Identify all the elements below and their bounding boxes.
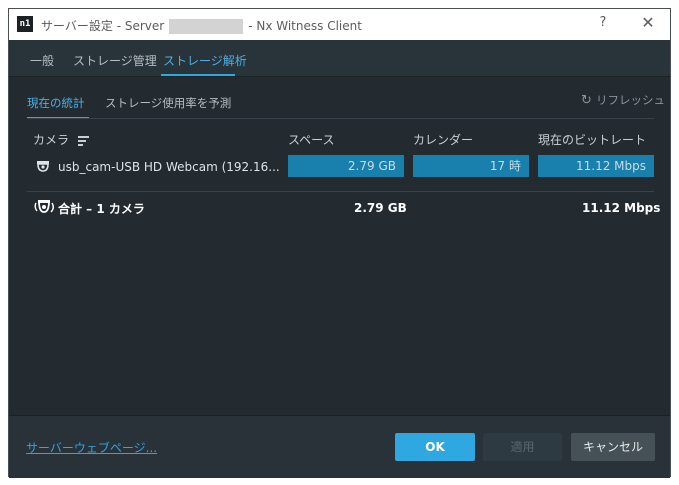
cameras-total-icon <box>34 200 54 213</box>
cancel-button[interactable]: キャンセル <box>571 433 655 461</box>
refresh-icon: ↻ <box>581 93 592 108</box>
subtab-forecast-usage[interactable]: ストレージ使用率を予測 <box>105 95 231 111</box>
total-label: 合計 – 1 カメラ <box>58 202 145 216</box>
column-header-camera-label: カメラ <box>33 133 70 147</box>
total-divider <box>27 191 654 192</box>
server-web-page-link[interactable]: サーバーウェブページ... <box>26 439 157 456</box>
refresh-button[interactable]: ↻ リフレッシュ <box>581 92 665 108</box>
calendar-bar: 17 時 <box>413 155 529 177</box>
bitrate-bar: 11.12 Mbps <box>538 155 654 177</box>
apply-button[interactable]: 適用 <box>483 433 562 461</box>
camera-icon <box>37 161 49 172</box>
close-button[interactable]: ✕ <box>639 13 657 32</box>
column-header-camera[interactable]: カメラ <box>33 131 89 148</box>
server-settings-dialog: n1 サーバー設定 - Server - Nx Witness Client ? … <box>8 8 671 478</box>
ok-button[interactable]: OK <box>395 433 475 461</box>
column-header-calendar[interactable]: カレンダー <box>413 131 473 148</box>
help-button[interactable]: ? <box>596 15 610 30</box>
refresh-label: リフレッシュ <box>596 93 665 107</box>
title-bar: n1 サーバー設定 - Server - Nx Witness Client ? … <box>9 9 670 40</box>
main-tabs: 一般 ストレージ管理 ストレージ解析 <box>9 40 670 77</box>
app-logo-icon: n1 <box>17 16 33 32</box>
window-title-suffix: - Nx Witness Client <box>248 19 362 33</box>
subtab-divider <box>27 118 654 119</box>
total-bitrate: 11.12 Mbps <box>582 201 661 215</box>
sort-icon <box>77 134 89 148</box>
camera-name[interactable]: usb_cam-USB HD Webcam (192.16... <box>58 160 280 174</box>
window-title: サーバー設定 - Server - Nx Witness Client <box>41 17 362 34</box>
active-tab-indicator <box>161 74 235 76</box>
total-space: 2.79 GB <box>354 201 407 215</box>
space-bar: 2.79 GB <box>288 155 404 177</box>
column-header-bitrate[interactable]: 現在のビットレート <box>538 131 646 148</box>
window-title-prefix: サーバー設定 - Server <box>41 19 165 33</box>
column-header-space[interactable]: スペース <box>288 131 335 148</box>
subtab-current-stats[interactable]: 現在の統計 <box>27 95 85 111</box>
dialog-footer: サーバーウェブページ... OK 適用 キャンセル <box>9 415 670 478</box>
redacted-server-name <box>169 19 244 34</box>
tab-storage-analytics[interactable]: ストレージ解析 <box>163 52 247 69</box>
tab-general[interactable]: 一般 <box>30 52 54 69</box>
tab-storage-management[interactable]: ストレージ管理 <box>73 52 157 69</box>
